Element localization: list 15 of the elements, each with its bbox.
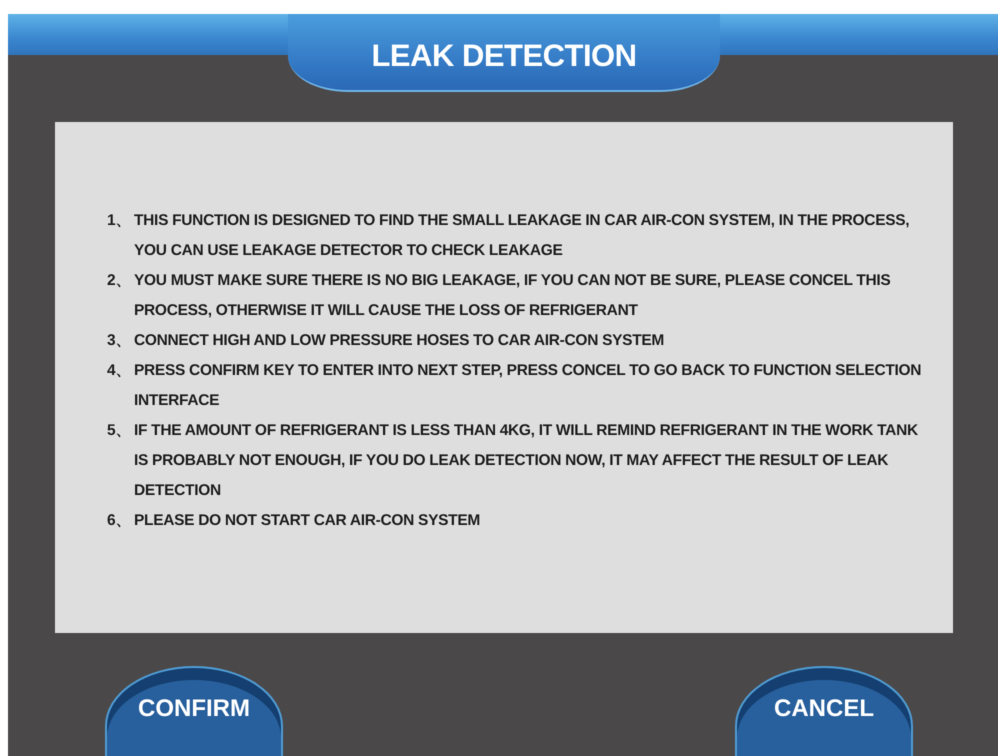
instruction-text: PLEASE DO NOT START CAR AIR-CON SYSTEM bbox=[134, 511, 481, 531]
item-number: 5、 bbox=[107, 421, 132, 441]
instruction-text: IF THE AMOUNT OF REFRIGERANT IS LESS THAN 4KG, IT WILL REMIND REFRIGERANT IN THE WORK TANK IS PROBABLY NOT ENOUGH, IF YOU DO LEAK DETECTION NOW, IT MAY AFFECT THE RESULT OF LEAK DETECTION bbox=[134, 421, 919, 501]
instruction-text: YOU MUST MAKE SURE THERE IS NO BIG LEAKAGE, IF YOU CAN NOT BE SURE, PLEASE CONCEL THIS PROCESS, OTHERWISE IT WILL CAUSE THE LOSS OF REFRIGERANT bbox=[134, 271, 892, 321]
instruction-text: THIS FUNCTION IS DESIGNED TO FIND THE SMALL LEAKAGE IN CAR AIR-CON SYSTEM, IN THE PROCESS, YOU CAN USE LEAKAGE DETECTOR TO CHECK LEAKAGE bbox=[134, 211, 910, 261]
confirm-button[interactable]: CONFIRM bbox=[105, 666, 283, 756]
screen-title: LEAK DETECTION bbox=[288, 14, 720, 92]
item-number: 6、 bbox=[107, 511, 132, 531]
item-number: 1、 bbox=[107, 211, 132, 231]
instruction-text: CONNECT HIGH AND LOW PRESSURE HOSES TO CAR AIR-CON SYSTEM bbox=[134, 331, 666, 351]
cancel-button[interactable]: CANCEL bbox=[735, 666, 913, 756]
item-number: 4、 bbox=[107, 361, 132, 381]
instruction-text: PRESS CONFIRM KEY TO ENTER INTO NEXT STEP, PRESS CONCEL TO GO BACK TO FUNCTION SELECTION INTERFACE bbox=[134, 361, 922, 411]
item-number: 3、 bbox=[107, 331, 132, 351]
item-number: 2、 bbox=[107, 271, 132, 291]
